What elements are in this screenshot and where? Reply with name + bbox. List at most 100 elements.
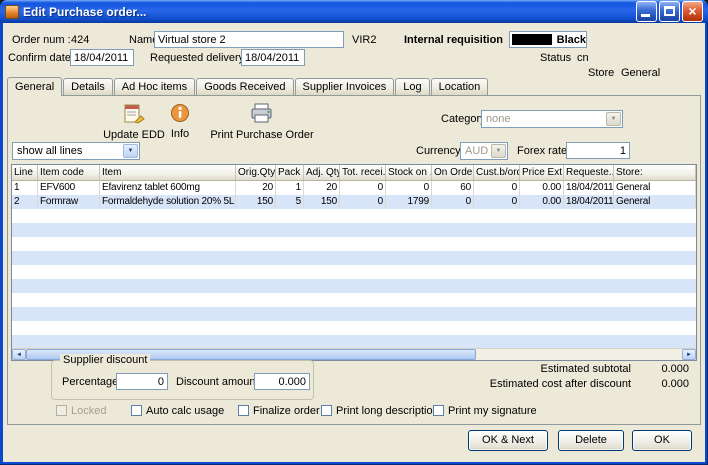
- internal-requisition-label: Internal requisition: [404, 34, 503, 46]
- column-header-2[interactable]: Item: [100, 165, 236, 180]
- requested-delivery-label: Requested delivery: [150, 52, 244, 64]
- column-header-1[interactable]: Item code: [38, 165, 100, 180]
- checkbox-label: Print my signature: [448, 405, 537, 417]
- cell: 60: [432, 181, 474, 195]
- forex-rate-input[interactable]: [566, 142, 630, 159]
- cell: 0: [340, 181, 386, 195]
- close-button[interactable]: ×: [682, 1, 703, 22]
- tab-ad-hoc-items[interactable]: Ad Hoc items: [114, 78, 195, 96]
- column-header-6[interactable]: Tot. recei...: [340, 165, 386, 180]
- maximize-icon: [664, 6, 675, 16]
- column-header-12[interactable]: Store:: [614, 165, 696, 180]
- print-purchase-order-button[interactable]: Print Purchase Order: [204, 102, 320, 141]
- name-code: VIR2: [352, 34, 376, 46]
- table-row-2[interactable]: 2FormrawFormaldehyde solution 20% 5L1505…: [12, 195, 696, 209]
- update-edd-label: Update EDD: [103, 129, 165, 141]
- chevron-down-icon: ▼: [123, 144, 138, 158]
- cell: 150: [236, 195, 276, 209]
- column-header-10[interactable]: Price Ext: [520, 165, 564, 180]
- cell: General: [614, 181, 696, 195]
- scroll-left-button[interactable]: ◄: [12, 349, 26, 360]
- checkbox-print-my-signature[interactable]: Print my signature: [433, 404, 537, 417]
- print-purchase-order-label: Print Purchase Order: [210, 129, 313, 141]
- window-controls: ×: [636, 1, 703, 22]
- checkbox-box[interactable]: [433, 405, 444, 416]
- checkbox-locked: Locked: [56, 404, 106, 417]
- chevron-down-icon: ▼: [491, 144, 506, 158]
- line-filter-value: show all lines: [17, 145, 82, 157]
- scroll-right-icon: ►: [686, 352, 692, 358]
- store-label: Store: [588, 67, 614, 79]
- info-button[interactable]: Info: [160, 103, 200, 140]
- tab-log[interactable]: Log: [395, 78, 429, 96]
- title-bar[interactable]: Edit Purchase order... ×: [0, 0, 708, 23]
- confirm-date-input[interactable]: [70, 49, 134, 66]
- ok-and-next-button[interactable]: OK & Next: [468, 430, 548, 451]
- scroll-right-button[interactable]: ►: [682, 349, 696, 360]
- order-num-label: Order num :: [12, 34, 71, 46]
- requested-delivery-input[interactable]: [241, 49, 305, 66]
- tab-supplier-invoices[interactable]: Supplier Invoices: [295, 78, 395, 96]
- column-header-11[interactable]: Requeste...: [564, 165, 614, 180]
- empty-row: [12, 335, 696, 349]
- scroll-left-icon: ◄: [16, 352, 22, 358]
- checkbox-box: [56, 405, 67, 416]
- store-value: General: [621, 67, 660, 79]
- column-header-5[interactable]: Adj. Qty: [304, 165, 340, 180]
- cell: 0.00: [520, 195, 564, 209]
- column-header-8[interactable]: On Order: [432, 165, 474, 180]
- checkbox-print-long-description[interactable]: Print long description: [321, 404, 439, 417]
- empty-row: [12, 265, 696, 279]
- percentage-input[interactable]: [116, 373, 168, 390]
- estimated-subtotal-row: Estimated subtotal 0.000: [541, 363, 690, 375]
- table-row-1[interactable]: 1EFV600Efavirenz tablet 600mg20120006000…: [12, 181, 696, 195]
- discount-amount-label: Discount amount: [176, 376, 259, 388]
- cell: 5: [276, 195, 304, 209]
- supplier-discount-group: Supplier discount Percentage Discount am…: [51, 360, 314, 400]
- status-value: cn: [577, 52, 589, 64]
- cell: 0: [474, 195, 520, 209]
- update-edd-icon: [123, 102, 145, 127]
- cell: Efavirenz tablet 600mg: [100, 181, 236, 195]
- ok-button[interactable]: OK: [632, 430, 692, 451]
- info-label: Info: [171, 128, 189, 140]
- column-header-9[interactable]: Cust.b/ords: [474, 165, 520, 180]
- table-header: LineItem codeItemOrig.QtyPackAdj. QtyTot…: [12, 165, 696, 181]
- delete-button[interactable]: Delete: [558, 430, 624, 451]
- cell: 150: [304, 195, 340, 209]
- tab-general[interactable]: General: [7, 77, 62, 96]
- order-num-value: 424: [71, 34, 89, 46]
- checkbox-auto-calc-usage[interactable]: Auto calc usage: [131, 404, 224, 417]
- checkbox-box[interactable]: [238, 405, 249, 416]
- cell: Formaldehyde solution 20% 5L: [100, 195, 236, 209]
- color-selector[interactable]: Black: [509, 31, 587, 48]
- checkbox-label: Print long description: [336, 405, 439, 417]
- column-header-3[interactable]: Orig.Qty: [236, 165, 276, 180]
- checkbox-box[interactable]: [131, 405, 142, 416]
- maximize-button[interactable]: [659, 1, 680, 22]
- window-icon: [5, 5, 19, 19]
- name-input[interactable]: [154, 31, 344, 48]
- tab-location[interactable]: Location: [431, 78, 489, 96]
- tab-panel-general: Update EDD Info Print Purchase Order: [7, 95, 701, 425]
- checkbox-box[interactable]: [321, 405, 332, 416]
- column-header-0[interactable]: Line: [12, 165, 38, 180]
- empty-row: [12, 307, 696, 321]
- discount-amount-input[interactable]: [254, 373, 310, 390]
- estimated-subtotal-value: 0.000: [631, 363, 689, 375]
- status-label: Status: [540, 52, 571, 64]
- minimize-button[interactable]: [636, 1, 657, 22]
- cell: 0: [432, 195, 474, 209]
- chevron-down-icon: ▼: [606, 112, 621, 126]
- category-value: none: [486, 113, 510, 125]
- column-header-4[interactable]: Pack: [276, 165, 304, 180]
- line-filter-select[interactable]: show all lines ▼: [12, 142, 140, 160]
- checkbox-finalize-order[interactable]: Finalize order: [238, 404, 320, 417]
- print-purchase-order-icon: [250, 102, 274, 127]
- column-header-7[interactable]: Stock on ...: [386, 165, 432, 180]
- close-icon: ×: [683, 2, 702, 20]
- tab-details[interactable]: Details: [63, 78, 113, 96]
- table-body: 1EFV600Efavirenz tablet 600mg20120006000…: [12, 181, 696, 349]
- empty-row: [12, 293, 696, 307]
- tab-goods-received[interactable]: Goods Received: [196, 78, 293, 96]
